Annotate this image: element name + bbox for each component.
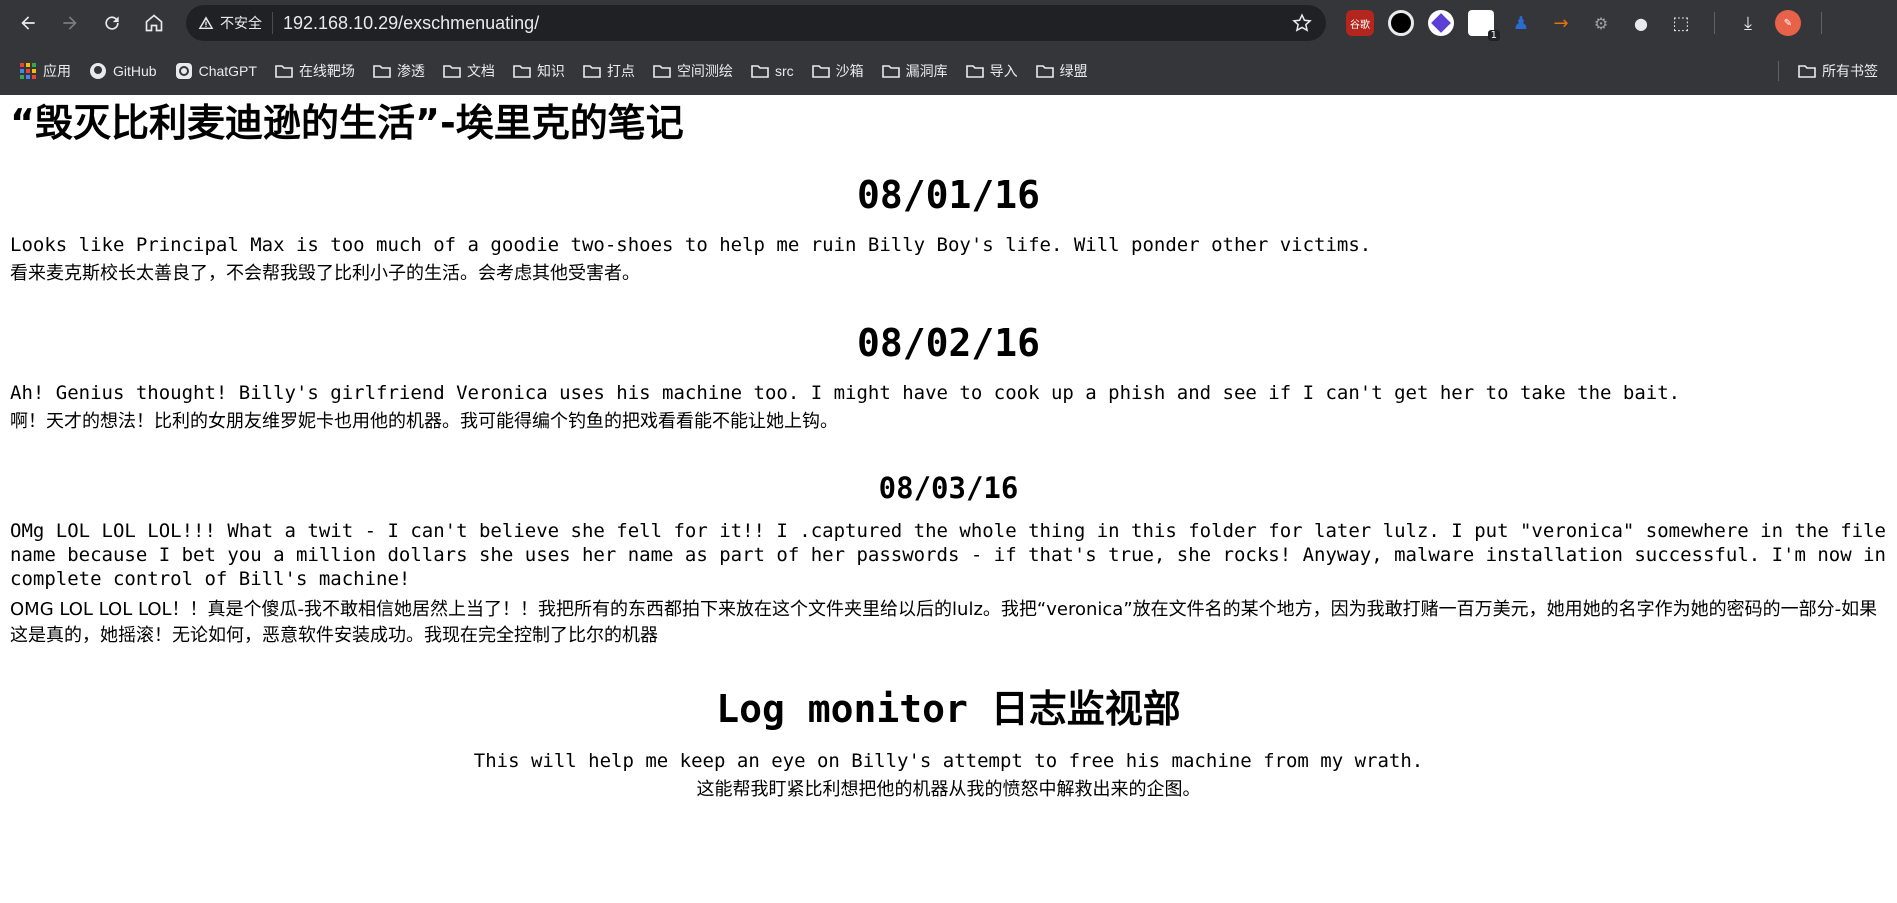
browser-toolbar: 不安全 192.168.10.29/exschmenuating/ 谷歌 1 ♟… — [0, 0, 1897, 46]
entry-date: 08/01/16 — [856, 173, 1041, 217]
folder-icon — [1035, 64, 1054, 78]
forward-button[interactable] — [52, 5, 88, 41]
log-monitor-text-cn: 这能帮我盯紧比利想把他的机器从我的愤怒中解救出来的企图。 — [696, 779, 1201, 800]
google-translate-extension-icon[interactable]: 谷歌 — [1346, 10, 1374, 36]
toolbar-divider-2 — [1821, 12, 1822, 34]
entry-text-en: OMg LOL LOL LOL!!! What a twit - I can't… — [10, 520, 1886, 590]
warning-icon — [198, 16, 214, 29]
log-monitor-title: Log monitor 日志监视部 — [716, 687, 1181, 731]
security-chip[interactable]: 不安全 — [198, 12, 273, 34]
entry-text-cn: 看来麦克斯校长太善良了，不会帮我毁了比利小子的生活。会考虑其他受害者。 — [10, 263, 640, 284]
apps-grid-icon — [20, 62, 36, 79]
browser-chrome: 不安全 192.168.10.29/exschmenuating/ 谷歌 1 ♟… — [0, 0, 1897, 95]
chat-extension-icon[interactable]: ● — [1628, 10, 1654, 36]
folder-icon — [653, 64, 671, 78]
chatgpt-icon — [175, 62, 192, 79]
puzzle-badge-extension-icon[interactable]: 1 — [1468, 10, 1500, 41]
folder-icon — [275, 64, 293, 78]
folder-icon — [811, 64, 830, 78]
bookmark-chatgpt[interactable]: ChatGPT — [166, 56, 266, 86]
star-icon — [1292, 13, 1312, 32]
folder-icon — [513, 64, 531, 78]
bookmark-all-bookmarks[interactable]: 所有书签 — [1789, 56, 1887, 86]
person-extension-icon[interactable]: ♟ — [1508, 10, 1534, 36]
bookmark-folder-vuln-db[interactable]: 漏洞库 — [873, 56, 957, 86]
entry-text-en: Looks like Principal Max is too much of … — [10, 234, 1372, 256]
bookmark-folder-nsfocus[interactable]: 绿盟 — [1027, 56, 1097, 86]
extensions-bar: 谷歌 1 ♟ → ⚙ ● ⬚ ⤓ ✎ — [1346, 10, 1887, 41]
url-text[interactable]: 192.168.10.29/exschmenuating/ — [283, 13, 1290, 34]
folder-icon — [965, 64, 984, 78]
page-title: “毁灭比利麦迪逊的生活”-埃里克的笔记 — [10, 101, 684, 145]
circle-extension-icon[interactable] — [1388, 10, 1414, 36]
bookmark-star-button[interactable] — [1290, 11, 1314, 35]
entry-text-cn: OMG LOL LOL LOL！！真是个傻瓜-我不敢相信她居然上当了！！我把所有… — [10, 599, 1878, 646]
extensions-puzzle-icon[interactable]: ⬚ — [1668, 10, 1694, 36]
folder-icon — [751, 64, 769, 78]
bookmarks-bar: 应用 GitHub ChatGPT 在线靶场 渗透 文档 知识 打点 空间测绘 … — [0, 46, 1897, 95]
bookmark-github[interactable]: GitHub — [80, 56, 166, 86]
arrow-extension-icon[interactable]: → — [1548, 10, 1574, 36]
log-monitor-text-en: This will help me keep an eye on Billy's… — [473, 750, 1424, 772]
folder-icon — [1798, 64, 1816, 78]
entry-text-en: Ah! Genius thought! Billy's girlfriend V… — [10, 382, 1681, 404]
page-content: “毁灭比利麦迪逊的生活”-埃里克的笔记 08/01/16 Looks like … — [0, 95, 1897, 903]
tools-extension-icon[interactable]: ⚙ — [1588, 10, 1614, 36]
profile-avatar[interactable]: ✎ — [1775, 10, 1801, 36]
bookmark-folder-docs[interactable]: 文档 — [434, 56, 504, 86]
bookmark-folder-import[interactable]: 导入 — [957, 56, 1027, 86]
reload-icon — [105, 16, 119, 30]
bookmarks-divider — [1778, 60, 1779, 81]
download-icon[interactable]: ⤓ — [1735, 10, 1761, 36]
security-label: 不安全 — [220, 16, 262, 32]
reload-button[interactable] — [94, 5, 130, 41]
bookmark-folder-src[interactable]: src — [742, 56, 803, 86]
folder-icon — [443, 64, 461, 78]
diamond-extension-icon[interactable] — [1428, 10, 1454, 36]
folder-icon — [881, 64, 900, 78]
entry-date: 08/03/16 — [878, 471, 1019, 505]
toolbar-divider — [1714, 12, 1715, 34]
back-button[interactable] — [10, 5, 46, 41]
arrow-left-icon — [21, 16, 35, 30]
bookmark-folder-knowledge[interactable]: 知识 — [504, 56, 574, 86]
home-button[interactable] — [136, 5, 172, 41]
entry-date: 08/02/16 — [856, 321, 1041, 365]
arrow-right-icon — [63, 16, 77, 30]
entry-text-cn: 啊！天才的想法！比利的女朋友维罗妮卡也用他的机器。我可能得编个钓鱼的把戏看看能不… — [10, 411, 838, 432]
home-icon — [145, 14, 163, 32]
folder-icon — [583, 64, 601, 78]
bookmark-apps[interactable]: 应用 — [10, 56, 80, 86]
bookmark-folder-recon[interactable]: 打点 — [574, 56, 644, 86]
github-icon — [90, 62, 106, 79]
bookmark-folder-cyberspace-mapping[interactable]: 空间测绘 — [644, 56, 742, 86]
folder-icon — [373, 64, 391, 78]
bookmark-folder-sandbox[interactable]: 沙箱 — [803, 56, 873, 86]
bookmark-folder-pentest[interactable]: 渗透 — [364, 56, 434, 86]
bookmark-folder-online-range[interactable]: 在线靶场 — [266, 56, 364, 86]
address-bar[interactable]: 不安全 192.168.10.29/exschmenuating/ — [186, 5, 1326, 41]
